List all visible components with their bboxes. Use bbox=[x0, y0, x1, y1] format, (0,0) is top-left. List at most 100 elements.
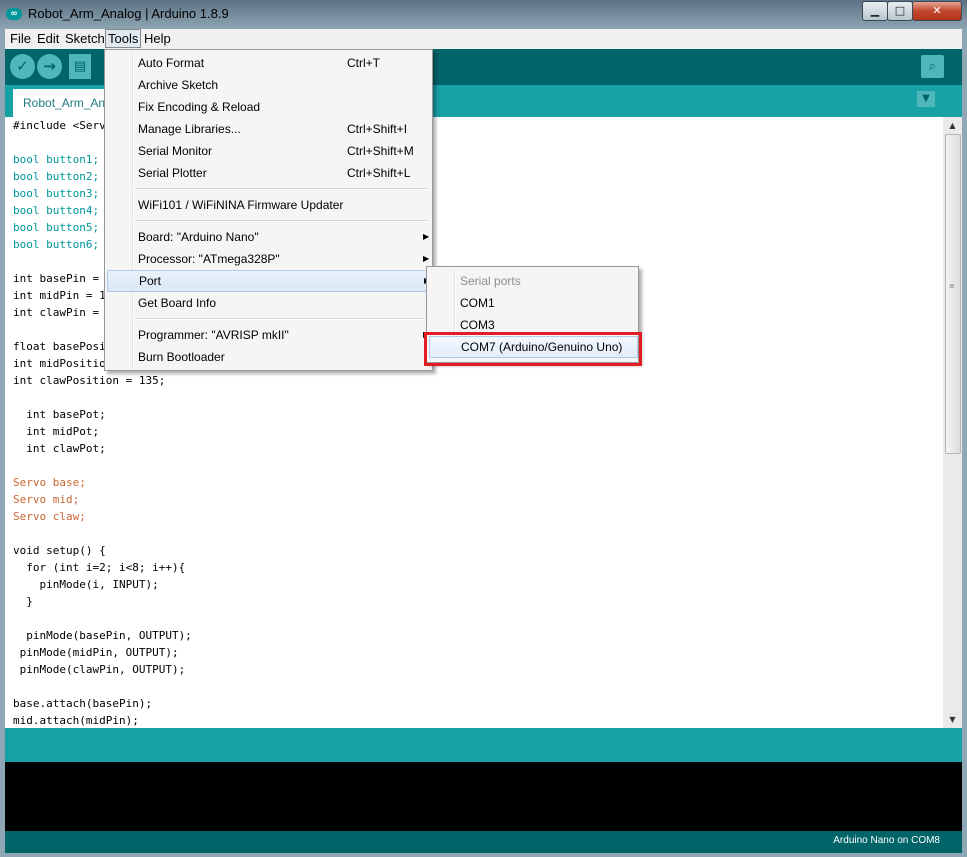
menu-item-port[interactable]: Port▶ bbox=[107, 270, 432, 292]
maximize-button[interactable]: □ bbox=[887, 1, 913, 21]
code-line-35: base.attach(basePin); bbox=[13, 695, 152, 712]
serial-monitor-button[interactable]: ⌕ bbox=[921, 55, 944, 78]
menu-item-archive-sketch[interactable]: Archive Sketch bbox=[107, 74, 430, 96]
code-line-19: int midPot; bbox=[13, 423, 99, 440]
code-line-22-text: Servo base; bbox=[13, 476, 86, 489]
code-line-5: bool button3; bbox=[13, 185, 99, 202]
scroll-down-arrow-icon[interactable]: ▼ bbox=[943, 711, 962, 728]
serial-ports-header: Serial ports bbox=[429, 270, 636, 292]
menu-edit[interactable]: Edit bbox=[35, 30, 61, 47]
menu-tools[interactable]: Tools bbox=[105, 29, 142, 48]
code-line-20-text: int clawPot; bbox=[13, 442, 106, 455]
menu-help[interactable]: Help bbox=[142, 30, 173, 47]
title-bar[interactable]: ∞ Robot_Arm_Analog | Arduino 1.8.9 ▁ □ ✕ bbox=[0, 0, 967, 29]
code-line-19-text: int midPot; bbox=[13, 425, 100, 438]
code-line-18: int basePot; bbox=[13, 406, 105, 423]
menu-item-manage-libraries[interactable]: Manage Libraries... Ctrl+Shift+I bbox=[107, 118, 430, 140]
menu-item-serial-plotter[interactable]: Serial Plotter Ctrl+Shift+L bbox=[107, 162, 430, 184]
menu-item-shortcut: Ctrl+Shift+M bbox=[347, 144, 414, 158]
menu-item-board[interactable]: Board: "Arduino Nano" ▶ bbox=[107, 226, 430, 248]
code-line-31: pinMode(basePin, OUTPUT); bbox=[13, 627, 192, 644]
code-line-24-text: Servo claw; bbox=[13, 510, 86, 523]
menu-bar: File Edit Sketch Tools Help bbox=[5, 29, 962, 49]
menu-item-shortcut: Ctrl+T bbox=[347, 56, 380, 70]
code-line-28: pinMode(i, INPUT); bbox=[13, 576, 159, 593]
menu-item-serial-monitor[interactable]: Serial Monitor Ctrl+Shift+M bbox=[107, 140, 430, 162]
code-line-23-text: Servo mid; bbox=[13, 493, 80, 506]
menu-item-processor[interactable]: Processor: "ATmega328P" ▶ bbox=[107, 248, 430, 270]
console-output[interactable] bbox=[5, 762, 962, 831]
menu-separator bbox=[135, 220, 429, 222]
footer-bar: Arduino Nano on COM8 bbox=[5, 831, 962, 853]
upload-button[interactable]: → bbox=[37, 54, 62, 79]
menu-item-label: Fix Encoding & Reload bbox=[138, 100, 261, 114]
close-button[interactable]: ✕ bbox=[912, 1, 962, 21]
verify-button[interactable]: ✓ bbox=[10, 54, 35, 79]
code-line-6: bool button4; bbox=[13, 202, 99, 219]
code-line-23: Servo mid; bbox=[13, 491, 79, 508]
menu-item-label: Auto Format bbox=[138, 56, 205, 70]
code-line-22: Servo base; bbox=[13, 474, 86, 491]
menu-item-label: Manage Libraries... bbox=[138, 122, 241, 136]
menu-separator bbox=[135, 318, 429, 320]
tab-menu-dropdown-icon[interactable]: ▼ bbox=[917, 91, 935, 107]
code-line-33: pinMode(clawPin, OUTPUT); bbox=[13, 661, 186, 678]
port-item-com1[interactable]: COM1 bbox=[429, 292, 636, 314]
menu-item-firmware-updater[interactable]: WiFi101 / WiFiNINA Firmware Updater bbox=[107, 194, 430, 216]
code-line-20: int clawPot; bbox=[13, 440, 106, 457]
menu-separator bbox=[135, 188, 429, 190]
code-line-29-text: } bbox=[13, 595, 33, 608]
minimize-button[interactable]: ▁ bbox=[862, 1, 888, 21]
scroll-up-arrow-icon[interactable]: ▲ bbox=[943, 117, 962, 134]
status-bar bbox=[5, 728, 962, 762]
code-line-33-text: pinMode(clawPin, OUTPUT); bbox=[13, 663, 186, 676]
code-line-16-text: int clawPosition = 135; bbox=[13, 374, 166, 387]
code-line-8-text: bool button6; bbox=[13, 238, 100, 251]
code-line-7-text: bool button5; bbox=[13, 221, 100, 234]
code-line-29: } bbox=[13, 593, 33, 610]
menu-item-burn-bootloader[interactable]: Burn Bootloader bbox=[107, 346, 430, 368]
code-line-32-text: pinMode(midPin, OUTPUT); bbox=[13, 646, 179, 659]
submenu-header-label: Serial ports bbox=[460, 274, 521, 288]
code-line-27-text: for (int i=2; i<8; i++){ bbox=[13, 561, 186, 574]
code-line-32: pinMode(midPin, OUTPUT); bbox=[13, 644, 179, 661]
code-line-26-text: void setup() { bbox=[13, 544, 106, 557]
code-line-28-text: pinMode(i, INPUT); bbox=[13, 578, 159, 591]
grip-icon: ≡ bbox=[949, 282, 955, 290]
code-line-27: for (int i=2; i<8; i++){ bbox=[13, 559, 185, 576]
code-line-4-text: bool button2; bbox=[13, 170, 100, 183]
new-sketch-button[interactable]: ▤ bbox=[69, 54, 91, 79]
annotation-highlight-box bbox=[424, 332, 642, 366]
menu-sketch[interactable]: Sketch bbox=[63, 30, 107, 47]
code-line-8: bool button6; bbox=[13, 236, 99, 253]
menu-item-get-board-info[interactable]: Get Board Info bbox=[107, 292, 430, 314]
code-line-31-text: pinMode(basePin, OUTPUT); bbox=[13, 629, 192, 642]
menu-item-programmer[interactable]: Programmer: "AVRISP mkII"▶ bbox=[107, 324, 430, 346]
menu-item-label: Processor: "ATmega328P" bbox=[138, 252, 280, 266]
menu-item-label: Serial Monitor bbox=[138, 144, 213, 158]
code-line-24: Servo claw; bbox=[13, 508, 86, 525]
editor-vertical-scrollbar[interactable]: ▲ ≡ ▼ bbox=[943, 117, 962, 728]
menu-item-auto-format[interactable]: Auto Format Ctrl+T bbox=[107, 52, 430, 74]
tools-dropdown-menu: Auto Format Ctrl+T Archive Sketch Fix Enc… bbox=[104, 49, 433, 371]
code-line-5-text: bool button3; bbox=[13, 187, 100, 200]
window-title: Robot_Arm_Analog | Arduino 1.8.9 bbox=[28, 6, 229, 21]
menu-item-label: Programmer: "AVRISP mkII" bbox=[138, 328, 289, 342]
code-line-16: int clawPosition = 135; bbox=[13, 372, 165, 389]
code-line-3: bool button1; bbox=[13, 151, 99, 168]
submenu-arrow-icon: ▶ bbox=[423, 232, 430, 241]
menu-item-shortcut: Ctrl+Shift+L bbox=[347, 166, 411, 180]
arduino-ide-window: ∞ Robot_Arm_Analog | Arduino 1.8.9 ▁ □ ✕… bbox=[0, 0, 967, 857]
menu-item-fix-encoding[interactable]: Fix Encoding & Reload bbox=[107, 96, 430, 118]
menu-item-shortcut: Ctrl+Shift+I bbox=[347, 122, 408, 136]
code-line-36: mid.attach(midPin); bbox=[13, 712, 139, 728]
menu-file[interactable]: File bbox=[8, 30, 33, 47]
code-line-36-text: mid.attach(midPin); bbox=[13, 714, 139, 727]
arduino-logo-icon: ∞ bbox=[6, 8, 22, 20]
port-item-label: COM1 bbox=[460, 296, 495, 310]
code-line-7: bool button5; bbox=[13, 219, 99, 236]
scrollbar-thumb[interactable]: ≡ bbox=[945, 134, 961, 454]
board-port-status: Arduino Nano on COM8 bbox=[833, 835, 940, 846]
menu-item-label: Archive Sketch bbox=[138, 78, 219, 92]
code-line-26: void setup() { bbox=[13, 542, 106, 559]
